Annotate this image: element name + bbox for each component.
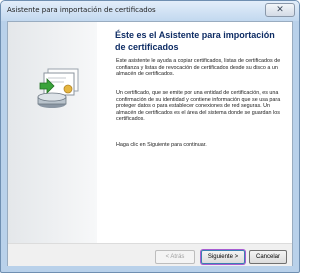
- wizard-heading: Éste es el Asistente para importación de…: [115, 30, 275, 52]
- back-button[interactable]: < Atrás: [155, 250, 195, 264]
- close-button[interactable]: ✕: [265, 3, 295, 17]
- window-title: Asistente para importación de certificad…: [7, 6, 156, 14]
- wizard-side-panel: [8, 22, 97, 243]
- cancel-button[interactable]: Cancelar: [249, 250, 287, 264]
- wizard-content: Éste es el Asistente para importación de…: [97, 22, 292, 243]
- intro-paragraph: Este asistente le ayuda a copiar certifi…: [116, 58, 281, 77]
- close-icon: ✕: [276, 5, 284, 15]
- wizard-body: Éste es el Asistente para importación de…: [7, 21, 293, 266]
- certificate-definition-paragraph: Un certificado, que se emite por una ent…: [116, 90, 281, 122]
- title-bar[interactable]: Asistente para importación de certificad…: [1, 1, 299, 21]
- next-button[interactable]: Siguiente >: [201, 250, 245, 264]
- import-wizard-window: Asistente para importación de certificad…: [0, 0, 300, 273]
- wizard-footer: < Atrás Siguiente > Cancelar: [8, 243, 292, 266]
- continue-instruction: Haga clic en Siguiente para continuar.: [116, 142, 207, 148]
- certificate-import-icon: [37, 68, 79, 108]
